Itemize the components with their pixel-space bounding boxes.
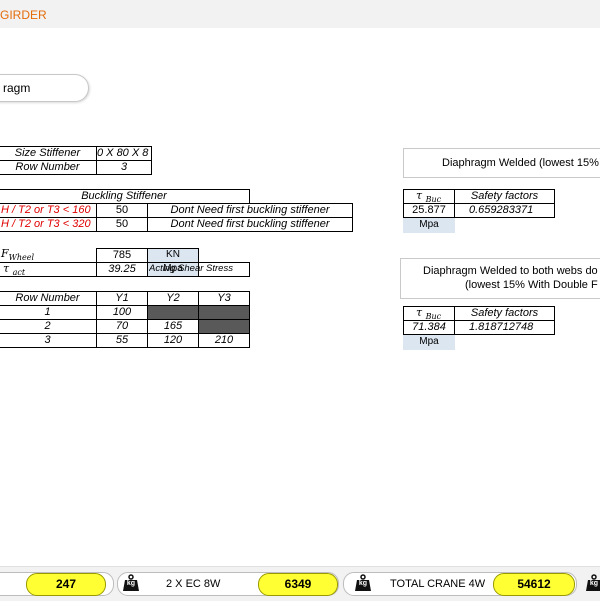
panel2-safety-factors-header: Safety factors: [454, 306, 555, 321]
buckling-limit-2: 50: [96, 217, 148, 232]
fwheel-label-cell: [0, 248, 97, 263]
buckling-stiffener-header: Buckling Stiffener: [0, 189, 250, 204]
fwheel-unit: KN: [147, 248, 199, 263]
panel1-safety-factor-value: 0.659283371: [454, 203, 555, 218]
panel2-tau-header: τ Buc: [403, 306, 455, 321]
title-bar: [0, 0, 600, 28]
ytable-row-2-y3: [198, 319, 250, 334]
fwheel-value[interactable]: 785: [96, 248, 148, 263]
size-stiffener-value[interactable]: 0 X 80 X 8: [96, 146, 152, 161]
buckling-limit-1: 50: [96, 203, 148, 218]
panel1-tau-header: τ Buc: [403, 189, 455, 204]
panel1-unit: Mpa: [403, 218, 455, 233]
row-number-label: Row Number: [0, 160, 97, 175]
crane-ec-label: 2 X EC 8W: [166, 578, 221, 590]
row-number-value[interactable]: 3: [96, 160, 152, 175]
diaphragm-welded-panel-title: Diaphragm Welded (lowest 15%: [403, 148, 600, 178]
diaphragm-welded-both-webs-panel: Diaphragm Welded to both webs do (lowest…: [400, 258, 600, 299]
panel1-tau-value: 25.877: [403, 203, 455, 218]
panel2-safety-factor-value: 1.818712748: [454, 320, 555, 335]
buckling-condition-1: H / T2 or T3 < 160: [0, 203, 97, 218]
kg-weight-icon: kg: [122, 574, 140, 592]
kg-weight-icon: kg: [585, 574, 600, 592]
tau-act-subscript: act: [12, 268, 26, 277]
ytable-row-1-y1: 100: [96, 305, 148, 320]
size-stiffener-label: Size Stiffener: [0, 146, 97, 161]
tau-act-value: 39.25: [96, 262, 148, 277]
buckling-message-1: Dont Need first buckling stiffener: [147, 203, 353, 218]
panel2-tau-letter: τ: [416, 306, 423, 319]
weight-value-3: 54612: [493, 573, 575, 596]
ytable-row-3-number: 3: [0, 333, 97, 348]
panel2-unit: Mpa: [403, 335, 455, 350]
ytable-row-3-y1: 55: [96, 333, 148, 348]
ytable-row-2-y2: 165: [147, 319, 199, 334]
panel2-title-line2: (lowest 15% With Double F: [465, 279, 598, 291]
panel1-safety-factors-header: Safety factors: [454, 189, 555, 204]
kg-weight-icon: kg: [354, 574, 372, 592]
total-crane-label: TOTAL CRANE 4W: [390, 578, 486, 590]
ytable-row-2-y1: 70: [96, 319, 148, 334]
tau-act-label-cell: τ act: [0, 262, 97, 277]
acting-shear-stress-label: Acting Shear Stress: [149, 263, 233, 274]
ytable-header-y2: Y2: [147, 291, 199, 306]
kg-icon-label: kg: [589, 580, 599, 587]
panel1-tau-letter: τ: [416, 189, 423, 202]
panel2-title-line1: Diaphragm Welded to both webs do: [423, 265, 598, 277]
buckling-condition-2: H / T2 or T3 < 320: [0, 217, 97, 232]
ytable-header-row-number: Row Number: [0, 291, 97, 306]
ytable-row-3-y2: 120: [147, 333, 199, 348]
kg-icon-label: kg: [126, 580, 136, 587]
panel2-tau-value: 71.384: [403, 320, 455, 335]
tau-act-letter: τ: [3, 262, 10, 275]
ytable-row-1-y2: [147, 305, 199, 320]
diaphragm-selector-button[interactable]: ragm: [0, 74, 89, 102]
page-title: GIRDER: [0, 8, 47, 22]
diaphragm-selector-label: ragm: [3, 81, 31, 95]
ytable-header-y1: Y1: [96, 291, 148, 306]
weight-value-1: 247: [26, 573, 106, 596]
weight-value-2: 6349: [258, 573, 338, 596]
kg-icon-label: kg: [358, 580, 368, 587]
ytable-header-y3: Y3: [198, 291, 250, 306]
buckling-message-2: Dont Need first buckling stiffener: [147, 217, 353, 232]
ytable-row-1-number: 1: [0, 305, 97, 320]
ytable-row-2-number: 2: [0, 319, 97, 334]
ytable-row-1-y3: [198, 305, 250, 320]
ytable-row-3-y3: 210: [198, 333, 250, 348]
